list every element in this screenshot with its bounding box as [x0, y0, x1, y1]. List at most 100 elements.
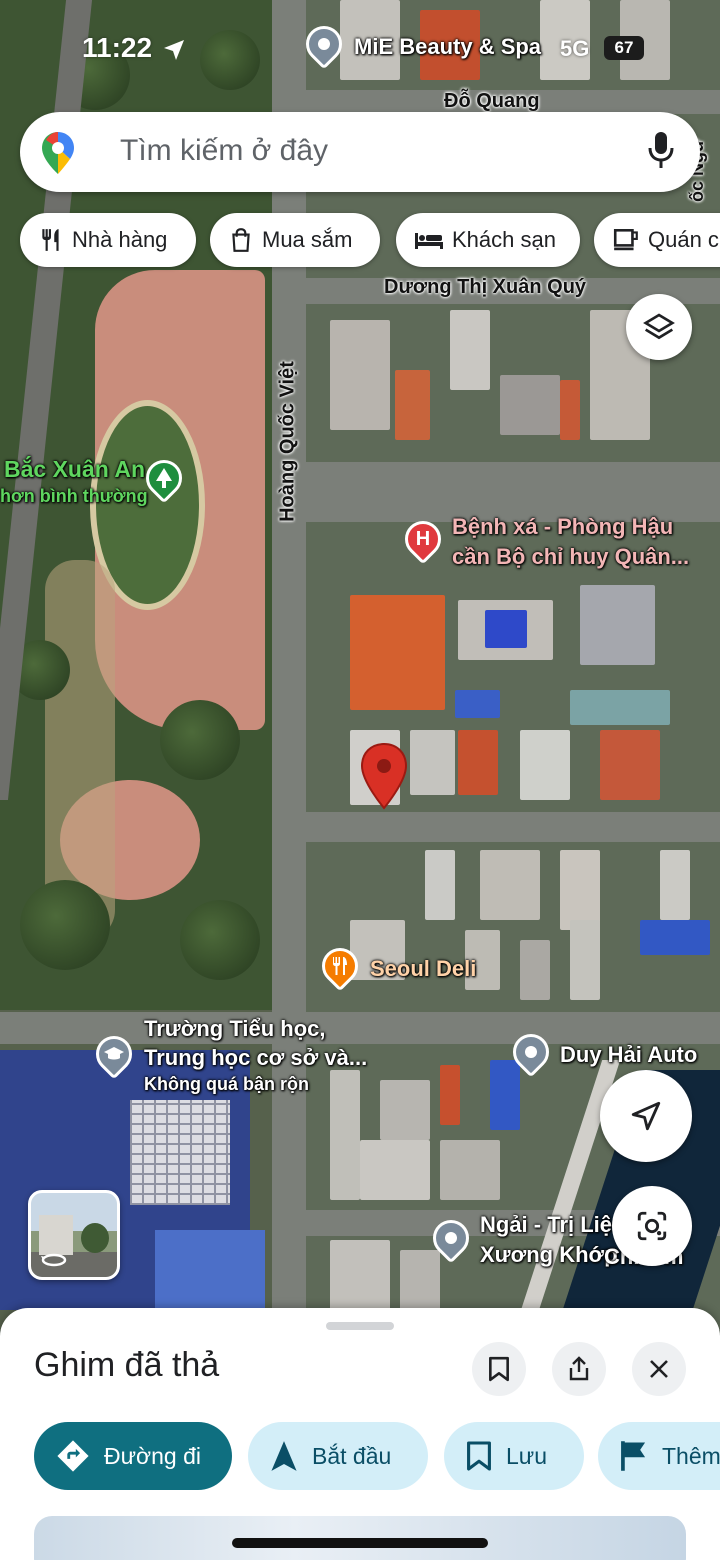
start-label: Bắt đầu — [312, 1442, 392, 1469]
camera-lens-icon — [637, 1211, 667, 1241]
building — [330, 1240, 390, 1310]
building — [425, 850, 455, 920]
share-button[interactable] — [552, 1342, 606, 1396]
tree — [20, 880, 110, 970]
navigation-icon — [271, 1441, 297, 1471]
road-middle — [300, 462, 720, 522]
school-label-1[interactable]: Trường Tiểu học, — [144, 1016, 326, 1042]
chip-restaurants[interactable]: Nhà hàng — [20, 213, 196, 267]
road-lower — [300, 812, 720, 842]
flag-icon — [621, 1441, 646, 1471]
building — [380, 1080, 430, 1140]
building — [520, 730, 570, 800]
building — [450, 310, 490, 390]
hospital-icon: H — [415, 527, 431, 550]
tree — [180, 900, 260, 980]
chip-hotels[interactable]: Khách sạn — [396, 213, 580, 267]
park-label[interactable]: Bắc Xuân An — [4, 456, 145, 483]
building — [480, 850, 540, 920]
building — [400, 1250, 440, 1310]
road-label-duong-thi-xuan-quy: Dương Thị Xuân Quý — [384, 276, 587, 298]
building — [570, 690, 670, 725]
road-label-hoang-quoc-viet: Hoàng Quốc Việt — [276, 361, 299, 522]
poi-label-ngai-1[interactable]: Ngải - Trị Liệu — [480, 1212, 625, 1238]
building — [660, 850, 690, 920]
tree-icon — [146, 460, 182, 496]
poi-label-seoul-deli[interactable]: Seoul Deli — [370, 956, 476, 982]
park-status: hơn bình thường — [0, 486, 148, 506]
status-time: 11:22 — [82, 32, 153, 63]
fork-knife-icon — [42, 229, 59, 251]
building — [330, 320, 390, 430]
search-bar[interactable]: Tìm kiếm ở đây — [20, 112, 700, 192]
school-status: Không quá bận rộn — [144, 1074, 309, 1094]
building — [455, 690, 500, 718]
bottom-sheet: Ghim đã thả Đường đi Bắt đầu Lưu Thêm — [0, 1308, 720, 1560]
chip-shopping[interactable]: Mua sắm — [210, 213, 380, 267]
add-label-button[interactable]: Thêm — [598, 1422, 720, 1490]
network-indicator: 5G — [560, 36, 590, 61]
building — [490, 1060, 520, 1130]
rotate-360-icon — [41, 1252, 67, 1273]
hospital-label-1[interactable]: Bệnh xá - Phòng Hậu — [452, 514, 673, 540]
layers-button[interactable] — [626, 294, 692, 360]
building-pool — [485, 610, 527, 648]
fork-knife-icon — [322, 948, 358, 984]
dropped-pin-icon[interactable] — [360, 742, 408, 815]
directions-button[interactable]: Đường đi — [34, 1422, 232, 1490]
building — [440, 1140, 500, 1200]
save-label: Lưu — [506, 1442, 547, 1469]
location-arrow-icon — [162, 38, 186, 67]
chip-label: Nhà hàng — [72, 227, 168, 252]
hospital-label-2[interactable]: cần Bộ chỉ huy Quân... — [452, 544, 689, 570]
shopping-bag-icon — [232, 228, 250, 252]
building — [410, 730, 455, 795]
building — [580, 585, 655, 665]
building — [560, 850, 600, 930]
bookmark-icon — [489, 1356, 509, 1382]
chip-label: Mua sắm — [262, 227, 353, 252]
navigation-arrow-icon — [631, 1101, 661, 1131]
road-hoang-quoc-viet — [272, 0, 306, 1330]
building — [570, 920, 600, 1000]
street-view-thumbnail[interactable] — [28, 1190, 120, 1280]
add-label-label: Thêm — [662, 1442, 720, 1469]
building — [440, 1065, 460, 1125]
school-label-2[interactable]: Trung học cơ sở và... — [144, 1045, 367, 1071]
layers-icon — [643, 313, 675, 340]
school-roof — [155, 1230, 265, 1310]
building — [560, 380, 580, 440]
lens-search-button[interactable] — [612, 1186, 692, 1266]
building — [520, 940, 550, 1000]
status-bar: 11:22 5G 67 — [0, 30, 720, 70]
bookmark-icon — [467, 1441, 491, 1471]
building — [458, 730, 498, 795]
poi-label-duy-hai[interactable]: Duy Hải Auto — [560, 1042, 697, 1068]
building — [395, 370, 430, 440]
building — [350, 595, 445, 710]
save-button[interactable] — [472, 1342, 526, 1396]
directions-icon — [57, 1440, 89, 1472]
save-place-button[interactable]: Lưu — [444, 1422, 584, 1490]
directions-label: Đường đi — [104, 1442, 201, 1469]
poi-dot-icon — [433, 1220, 469, 1256]
google-maps-pin-icon — [42, 132, 74, 179]
tree — [160, 700, 240, 780]
search-placeholder[interactable]: Tìm kiếm ở đây — [120, 134, 328, 168]
my-location-button[interactable] — [600, 1070, 692, 1162]
building — [500, 375, 560, 435]
building — [600, 730, 660, 800]
road-label-do-quang: Đỗ Quang — [444, 90, 540, 112]
sheet-title: Ghim đã thả — [34, 1346, 220, 1384]
close-button[interactable] — [632, 1342, 686, 1396]
close-icon — [650, 1360, 668, 1378]
microphone-icon[interactable] — [648, 132, 674, 175]
drag-handle[interactable] — [326, 1322, 394, 1330]
poi-label-ngai-2[interactable]: Xương Khớp — [480, 1242, 618, 1268]
home-indicator[interactable] — [232, 1538, 488, 1548]
chip-coffee[interactable]: Quán c — [594, 213, 720, 267]
start-button[interactable]: Bắt đầu — [248, 1422, 428, 1490]
coffee-icon — [613, 229, 638, 251]
poi-dot-icon — [513, 1034, 549, 1070]
chip-label: Quán c — [648, 227, 719, 252]
